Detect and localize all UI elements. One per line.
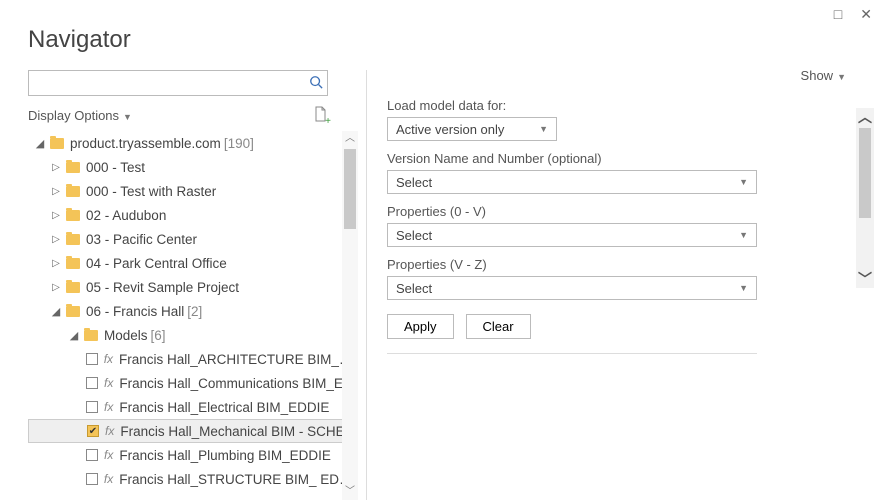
folder-icon <box>66 210 80 221</box>
chevron-down-icon: ▼ <box>739 177 748 187</box>
expand-icon[interactable]: ▷ <box>50 186 62 197</box>
tree-scrollbar[interactable]: ︿ ﹀ <box>342 131 358 500</box>
panel-divider <box>366 70 367 500</box>
checkbox[interactable] <box>86 401 98 413</box>
props1-select[interactable]: Select ▼ <box>387 223 757 247</box>
checkbox[interactable] <box>86 377 98 389</box>
folder-icon <box>66 234 80 245</box>
checkbox[interactable] <box>86 353 98 365</box>
details-panel: Show▼ Load model data for: Active versio… <box>387 70 868 500</box>
fx-icon: fx <box>104 448 113 462</box>
folder-icon <box>50 138 64 149</box>
tree: ◢ product.tryassemble.com [190] ▷000 - T… <box>28 131 358 491</box>
expand-icon[interactable]: ▷ <box>50 234 62 245</box>
tree-node[interactable]: ▷000 - Test with Raster <box>28 179 358 203</box>
version-label: Version Name and Number (optional) <box>387 151 757 166</box>
chevron-down-icon: ▼ <box>123 112 132 122</box>
folder-icon <box>66 162 80 173</box>
folder-icon <box>84 330 98 341</box>
fx-icon: fx <box>104 376 113 390</box>
divider-line <box>387 353 757 354</box>
scroll-down-icon[interactable]: ﹀ <box>856 270 874 288</box>
scroll-thumb[interactable] <box>859 128 871 218</box>
clear-button[interactable]: Clear <box>466 314 531 339</box>
collapse-icon[interactable]: ◢ <box>68 329 80 342</box>
collapse-icon[interactable]: ◢ <box>50 305 62 318</box>
load-model-label: Load model data for: <box>387 98 757 113</box>
expand-icon[interactable]: ▷ <box>50 210 62 221</box>
search-input[interactable] <box>29 76 305 91</box>
apply-button[interactable]: Apply <box>387 314 454 339</box>
tree-root[interactable]: ◢ product.tryassemble.com [190] <box>28 131 358 155</box>
collapse-icon[interactable]: ◢ <box>34 137 46 150</box>
tree-node[interactable]: ▷04 - Park Central Office <box>28 251 358 275</box>
checkbox[interactable] <box>86 473 98 485</box>
props2-label: Properties (V - Z) <box>387 257 757 272</box>
folder-icon <box>66 258 80 269</box>
navigator-panel: Display Options▼ + ◢ product.tryassemble… <box>28 70 358 500</box>
expand-icon[interactable]: ▷ <box>50 162 62 173</box>
props2-select[interactable]: Select ▼ <box>387 276 757 300</box>
search-icon[interactable] <box>305 75 327 92</box>
tree-model-item[interactable]: fxFrancis Hall_STRUCTURE BIM_ EDDIE <box>28 467 358 491</box>
tree-model-item[interactable]: fxFrancis Hall_Communications BIM_E... <box>28 371 358 395</box>
tree-node-open[interactable]: ◢06 - Francis Hall[2] <box>28 299 358 323</box>
fx-icon: fx <box>104 352 113 366</box>
checkbox-checked[interactable]: ✔ <box>87 425 99 437</box>
scroll-up-icon[interactable]: ︿ <box>856 108 874 126</box>
chevron-down-icon: ▼ <box>539 124 548 134</box>
load-model-select[interactable]: Active version only ▼ <box>387 117 557 141</box>
tree-model-item-selected[interactable]: ✔fxFrancis Hall_Mechanical BIM - SCHE... <box>28 419 358 443</box>
page-title: Navigator <box>0 0 880 70</box>
chevron-down-icon: ▼ <box>837 72 846 82</box>
tree-model-item[interactable]: fxFrancis Hall_Electrical BIM_EDDIE <box>28 395 358 419</box>
scroll-up-icon[interactable]: ︿ <box>342 131 358 147</box>
folder-icon <box>66 186 80 197</box>
scroll-down-icon[interactable]: ﹀ <box>342 484 358 500</box>
tree-node[interactable]: ▷000 - Test <box>28 155 358 179</box>
chevron-down-icon: ▼ <box>739 230 748 240</box>
tree-model-item[interactable]: fxFrancis Hall_ARCHITECTURE BIM_20... <box>28 347 358 371</box>
new-item-icon[interactable]: + <box>314 106 328 125</box>
search-input-wrapper[interactable] <box>28 70 328 96</box>
folder-icon <box>66 282 80 293</box>
close-icon[interactable]: ✕ <box>860 6 872 23</box>
chevron-down-icon: ▼ <box>739 283 748 293</box>
folder-icon <box>66 306 80 317</box>
scroll-thumb[interactable] <box>344 149 356 229</box>
tree-node[interactable]: ▷02 - Audubon <box>28 203 358 227</box>
tree-model-item[interactable]: fxFrancis Hall_Plumbing BIM_EDDIE <box>28 443 358 467</box>
checkbox[interactable] <box>86 449 98 461</box>
fx-icon: fx <box>104 400 113 414</box>
props1-label: Properties (0 - V) <box>387 204 757 219</box>
details-scrollbar[interactable]: ︿ ﹀ <box>856 108 874 288</box>
show-dropdown[interactable]: Show▼ <box>801 68 846 83</box>
display-options-dropdown[interactable]: Display Options▼ <box>28 108 132 123</box>
version-select[interactable]: Select ▼ <box>387 170 757 194</box>
fx-icon: fx <box>104 472 113 486</box>
expand-icon[interactable]: ▷ <box>50 258 62 269</box>
tree-models-node[interactable]: ◢Models[6] <box>28 323 358 347</box>
expand-icon[interactable]: ▷ <box>50 282 62 293</box>
maximize-icon[interactable]: □ <box>834 6 842 23</box>
tree-node[interactable]: ▷05 - Revit Sample Project <box>28 275 358 299</box>
fx-icon: fx <box>105 424 114 438</box>
tree-node[interactable]: ▷03 - Pacific Center <box>28 227 358 251</box>
